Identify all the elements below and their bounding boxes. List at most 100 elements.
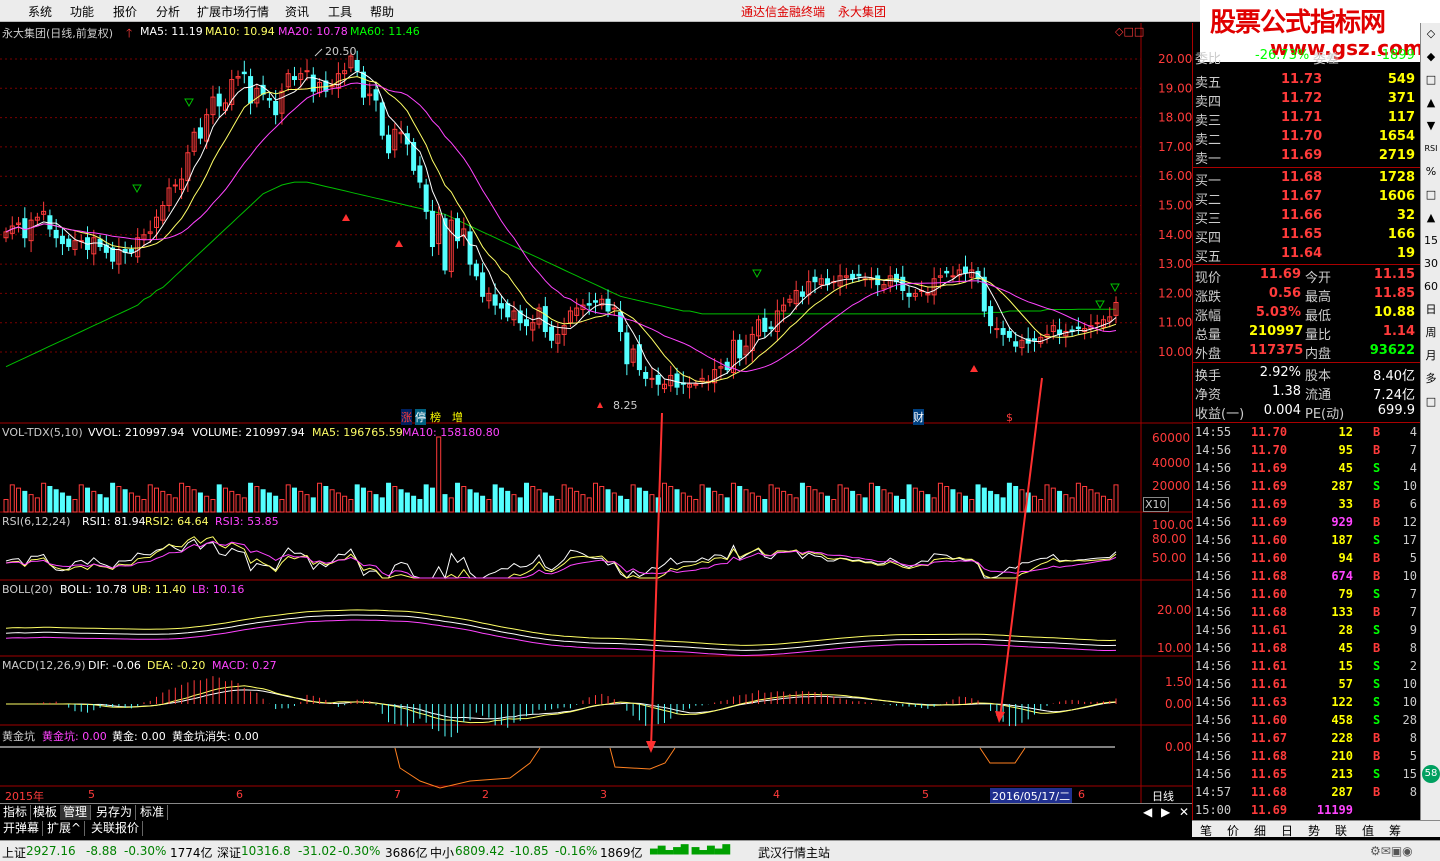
ask-row[interactable]: 卖三 11.71 117 bbox=[1193, 109, 1421, 129]
quote-tab[interactable]: 势 bbox=[1308, 822, 1320, 839]
side-tab[interactable]: 月 bbox=[1422, 350, 1440, 362]
sz-name[interactable]: 深证 bbox=[217, 844, 241, 861]
bid-row[interactable]: 买一 11.68 1728 bbox=[1193, 169, 1421, 189]
bid-row[interactable]: 买四 11.65 166 bbox=[1193, 226, 1421, 246]
tick-row[interactable]: 14:56 11.61 15 S 2 bbox=[1193, 658, 1421, 676]
side-tab[interactable]: □ bbox=[1422, 74, 1440, 86]
tab-extend[interactable]: 扩展^ bbox=[44, 821, 86, 836]
quote-tab[interactable]: 联 bbox=[1335, 822, 1347, 839]
tick-row[interactable]: 14:56 11.60 94 B 5 bbox=[1193, 550, 1421, 568]
side-tab[interactable]: 日 bbox=[1422, 304, 1440, 316]
side-tab[interactable]: 30 bbox=[1422, 258, 1440, 270]
side-tab[interactable]: ▲ bbox=[1422, 212, 1440, 224]
quote-tab[interactable]: 价 bbox=[1227, 822, 1239, 839]
tray-icons[interactable]: ⚙✉▣◉ bbox=[1370, 844, 1413, 858]
tick-row[interactable]: 15:00 11.69 11199 bbox=[1193, 802, 1421, 820]
side-tab[interactable]: 多 bbox=[1422, 373, 1440, 385]
side-tab[interactable]: 周 bbox=[1422, 327, 1440, 339]
quote-tab[interactable]: 值 bbox=[1362, 822, 1374, 839]
volume-bar bbox=[530, 486, 536, 513]
side-tab[interactable]: ◇ bbox=[1422, 28, 1440, 40]
tick-row[interactable]: 14:56 11.69 45 S 4 bbox=[1193, 460, 1421, 478]
tab-related-quote[interactable]: 关联报价 bbox=[88, 821, 144, 836]
date-axis-label: 2015年 bbox=[5, 790, 44, 803]
volume-bar bbox=[97, 494, 103, 513]
side-tab[interactable]: % bbox=[1422, 166, 1440, 178]
kline-chart-area[interactable]: 20.00 19.00 18.00 17.00 16.00 15.00 14.00 13.00… bbox=[0, 23, 1194, 804]
tick-row[interactable]: 14:56 11.69 929 B 12 bbox=[1193, 514, 1421, 532]
event-ting-badge[interactable]: 停 bbox=[415, 409, 426, 425]
menu-news[interactable]: 资讯 bbox=[285, 3, 309, 20]
period-label[interactable]: 日线 bbox=[1152, 788, 1174, 804]
zx-name[interactable]: 中小 bbox=[430, 844, 454, 861]
menu-quote[interactable]: 报价 bbox=[113, 3, 137, 20]
tick-row[interactable]: 14:56 11.68 45 B 8 bbox=[1193, 640, 1421, 658]
menu-tools[interactable]: 工具 bbox=[328, 3, 352, 20]
quote-tab[interactable]: 筹 bbox=[1389, 822, 1401, 839]
side-badge[interactable]: 58 bbox=[1422, 765, 1440, 783]
stat-label: 最低 bbox=[1305, 309, 1332, 324]
tick-row[interactable]: 14:56 11.69 287 S 10 bbox=[1193, 478, 1421, 496]
side-tab[interactable]: 60 bbox=[1422, 281, 1440, 293]
tick-row[interactable]: 14:56 11.67 228 B 8 bbox=[1193, 730, 1421, 748]
tab-manage[interactable]: 管理 bbox=[60, 805, 92, 820]
ask-row[interactable]: 卖五 11.73 549 bbox=[1193, 71, 1421, 91]
tick-row[interactable]: 14:56 11.60 187 S 17 bbox=[1193, 532, 1421, 550]
menu-ext-market[interactable]: 扩展市场行情 bbox=[197, 3, 269, 20]
event-dollar-badge[interactable]: $ bbox=[1006, 411, 1013, 424]
quote-tab[interactable]: 笔 bbox=[1200, 822, 1212, 839]
side-tab[interactable]: ▼ bbox=[1422, 120, 1440, 132]
tick-row[interactable]: 14:56 11.69 33 B 6 bbox=[1193, 496, 1421, 514]
side-tab[interactable]: 15 bbox=[1422, 235, 1440, 247]
ask-row[interactable]: 卖四 11.72 371 bbox=[1193, 90, 1421, 110]
tick-time: 14:55 bbox=[1195, 425, 1232, 439]
tab-save-as[interactable]: 另存为 bbox=[93, 805, 137, 820]
side-tab[interactable]: □ bbox=[1422, 396, 1440, 408]
chart-svg[interactable]: 20.0019.0018.0017.0016.0015.0014.0013.00… bbox=[0, 23, 1194, 803]
bid-row[interactable]: 买二 11.67 1606 bbox=[1193, 188, 1421, 208]
ask-row[interactable]: 卖一 11.69 2719 bbox=[1193, 147, 1421, 167]
tick-row[interactable]: 14:57 11.68 287 B 8 bbox=[1193, 784, 1421, 802]
scroll-left-icon[interactable]: ◀ bbox=[1140, 805, 1155, 820]
server-station[interactable]: 武汉行情主站 bbox=[758, 844, 830, 861]
tick-volume: 11199 bbox=[1316, 803, 1353, 817]
tick-row[interactable]: 14:56 11.70 95 B 7 bbox=[1193, 442, 1421, 460]
tick-side: B bbox=[1373, 749, 1381, 763]
menu-analysis[interactable]: 分析 bbox=[156, 3, 180, 20]
tab-danmu[interactable]: 开弹幕 bbox=[0, 821, 44, 836]
tick-row[interactable]: 14:56 11.68 674 B 10 bbox=[1193, 568, 1421, 586]
tick-row[interactable]: 14:56 11.61 57 S 10 bbox=[1193, 676, 1421, 694]
tab-standard[interactable]: 标准 bbox=[137, 805, 169, 820]
bid-row[interactable]: 买三 11.66 32 bbox=[1193, 207, 1421, 227]
side-tab[interactable]: ◆ bbox=[1422, 51, 1440, 63]
tab-indicator[interactable]: 指标 bbox=[0, 805, 32, 820]
tick-row[interactable]: 14:56 11.63 122 S 10 bbox=[1193, 694, 1421, 712]
ask-row[interactable]: 卖二 11.70 1654 bbox=[1193, 128, 1421, 148]
tab-template[interactable]: 模板 bbox=[30, 805, 62, 820]
chart-window-icons[interactable]: ◇□□ bbox=[1115, 25, 1144, 38]
tick-row[interactable]: 14:56 11.68 210 B 5 bbox=[1193, 748, 1421, 766]
menu-system[interactable]: 系统 bbox=[28, 3, 52, 20]
menu-function[interactable]: 功能 bbox=[70, 3, 94, 20]
close-icon[interactable]: ✕ bbox=[1176, 805, 1192, 820]
menu-help[interactable]: 帮助 bbox=[370, 3, 394, 20]
tick-row[interactable]: 14:56 11.68 133 B 7 bbox=[1193, 604, 1421, 622]
bid-row[interactable]: 买五 11.64 19 bbox=[1193, 245, 1421, 265]
sh-name[interactable]: 上证 bbox=[2, 844, 26, 861]
event-cai-badge[interactable]: 财 bbox=[913, 409, 924, 425]
tick-row[interactable]: 14:56 11.60 458 S 28 bbox=[1193, 712, 1421, 730]
event-zeng-badge[interactable]: 增 bbox=[452, 409, 463, 425]
quote-tab[interactable]: 日 bbox=[1281, 822, 1293, 839]
side-tab[interactable]: RSI bbox=[1422, 143, 1440, 155]
event-zhang-badge[interactable]: 涨 bbox=[401, 409, 412, 425]
tick-row[interactable]: 14:56 11.65 213 S 15 bbox=[1193, 766, 1421, 784]
side-tab[interactable]: ▲ bbox=[1422, 97, 1440, 109]
tick-row[interactable]: 14:56 11.60 79 S 7 bbox=[1193, 586, 1421, 604]
quote-tab[interactable]: 细 bbox=[1254, 822, 1266, 839]
event-bang-badge[interactable]: 榜 bbox=[430, 409, 441, 425]
volume-bar bbox=[423, 484, 429, 513]
scroll-right-icon[interactable]: ▶ bbox=[1158, 805, 1173, 820]
tick-row[interactable]: 14:56 11.61 28 S 9 bbox=[1193, 622, 1421, 640]
side-tab[interactable]: □ bbox=[1422, 189, 1440, 201]
tick-row[interactable]: 14:55 11.70 12 B 4 bbox=[1193, 424, 1421, 442]
